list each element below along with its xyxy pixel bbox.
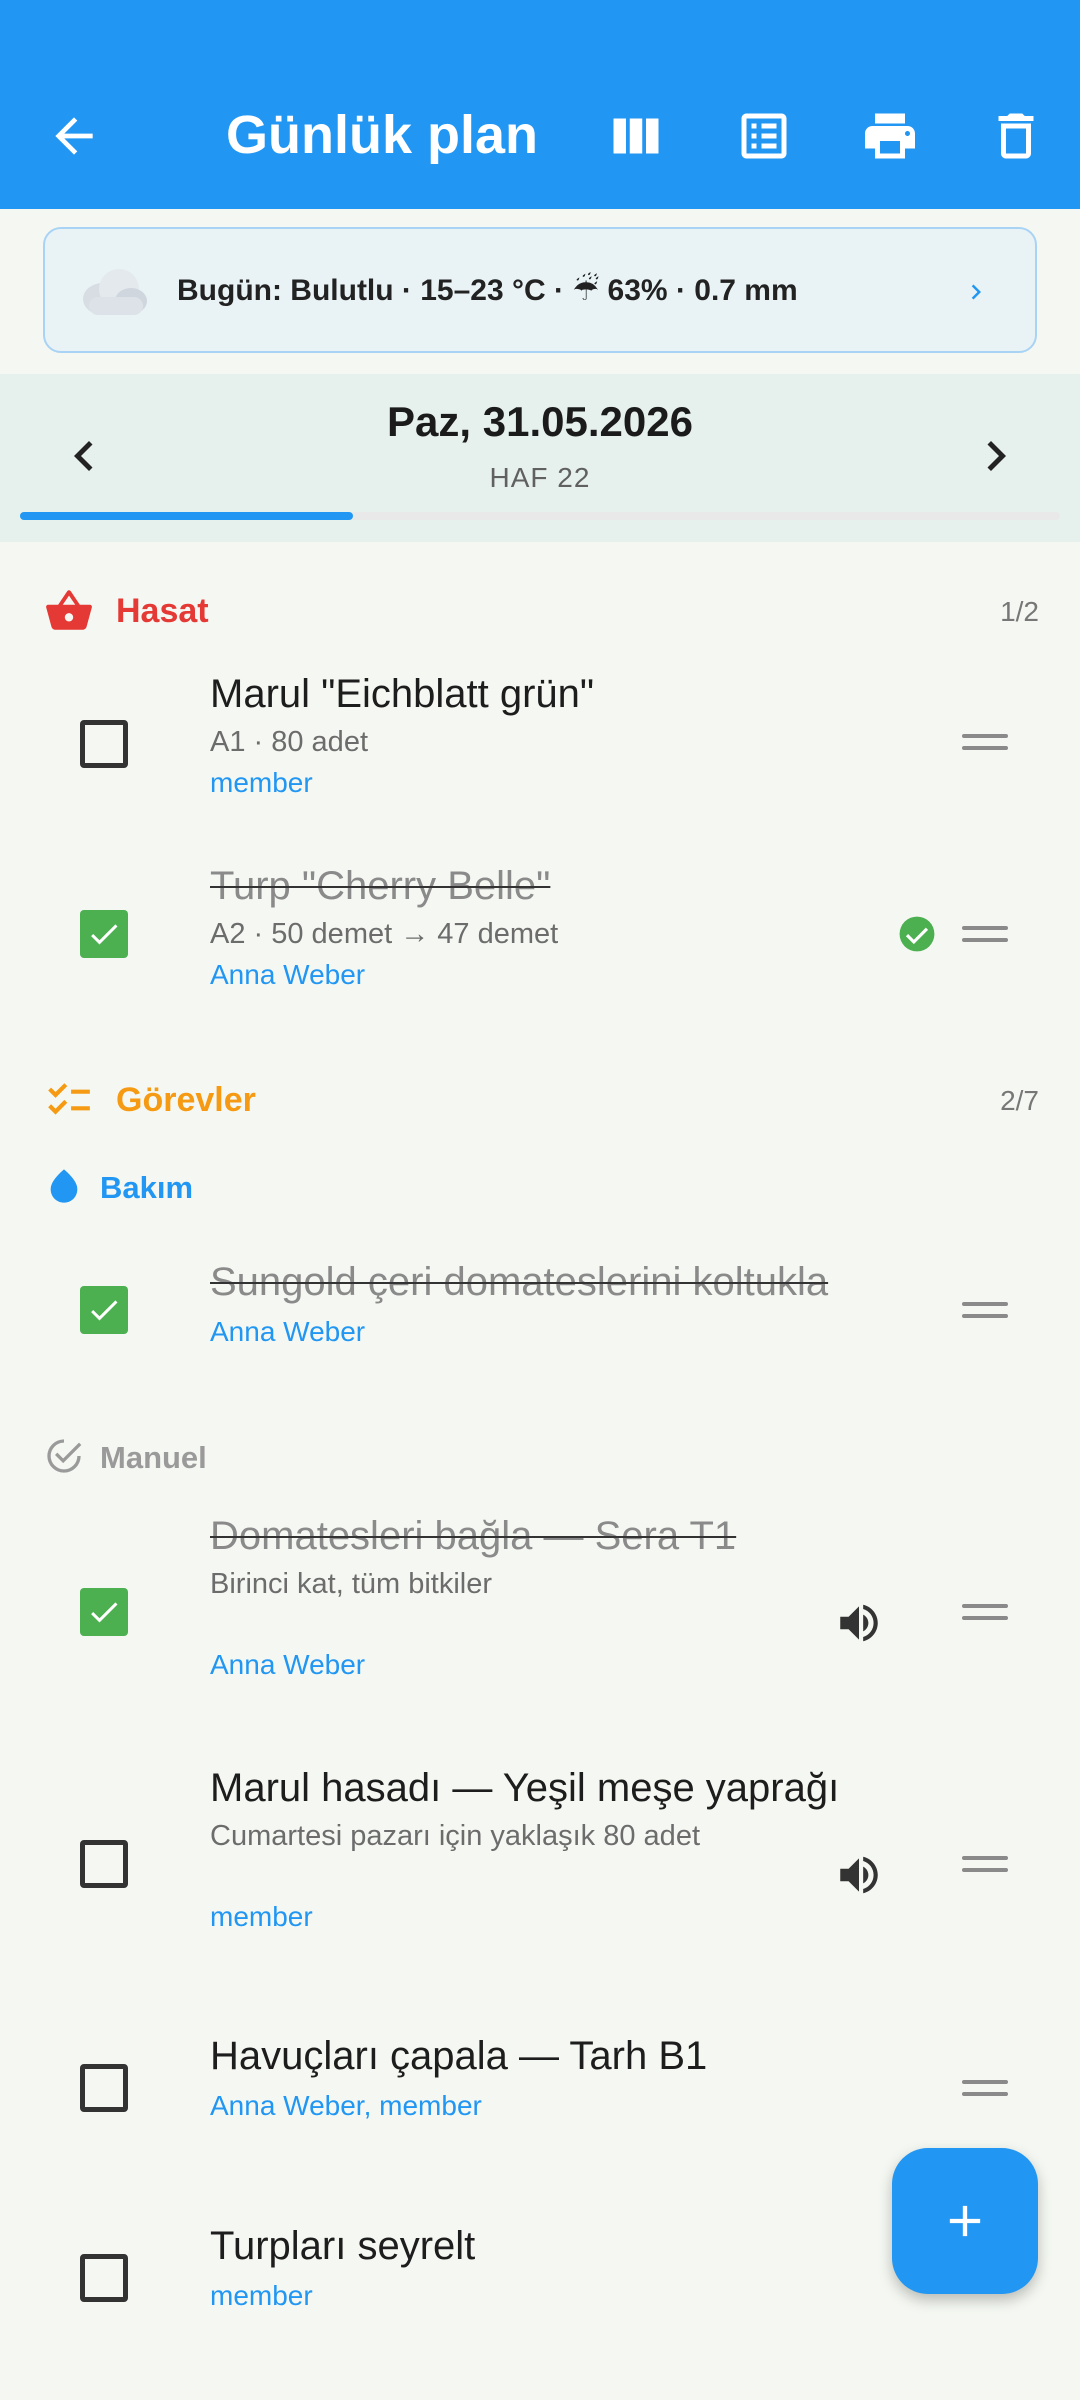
section-title: Görevler (116, 1081, 256, 1119)
checkbox[interactable] (80, 1286, 128, 1334)
chevron-right-icon (971, 284, 981, 300)
weather-card[interactable]: Bugün: Bulutlu · 15–23 °C · ☔ 63% · 0.7 … (43, 227, 1037, 353)
drag-handle-icon[interactable] (962, 1604, 1008, 1624)
cloud-icon (83, 269, 147, 315)
drag-handle-icon[interactable] (962, 734, 1008, 754)
item-title: Domatesleri bağla — Sera T1 (210, 1514, 737, 1558)
current-date: Paz, 31.05.2026 (387, 398, 693, 445)
checkbox[interactable] (80, 720, 128, 768)
item-title: Marul hasadı — Yeşil meşe yaprağı (210, 1766, 840, 1810)
item-assignee: Anna Weber (210, 959, 366, 990)
checklist-icon (48, 1083, 90, 1115)
checkbox[interactable] (80, 1840, 128, 1888)
item-title: Turp "Cherry Belle" (210, 864, 551, 908)
section-count: 2/7 (1000, 1085, 1039, 1116)
item-title: Marul "Eichblatt grün" (210, 672, 595, 716)
checkbox[interactable] (80, 1588, 128, 1636)
back-arrow-icon[interactable] (46, 108, 102, 164)
checkbox[interactable] (80, 2064, 128, 2112)
page-title: Günlük plan (226, 105, 539, 165)
drag-handle-icon[interactable] (962, 2080, 1008, 2100)
week-label: HAF 22 (489, 462, 591, 493)
item-subtitle: A2 · 50 demet → 47 demet (210, 918, 559, 950)
section-tasks: Görevler 2/7 (44, 1075, 1039, 1125)
item-assignee: member (210, 1901, 313, 1932)
check-circle-outline-icon (47, 1439, 82, 1473)
item-subtitle: Birinci kat, tüm bitkiler (210, 1568, 493, 1600)
next-day-icon[interactable] (966, 426, 1026, 486)
speaker-icon[interactable] (834, 1850, 884, 1900)
item-title: Sungold çeri domateslerini koltukla (210, 1260, 829, 1304)
item-title: Havuçları çapala — Tarh B1 (210, 2034, 708, 2078)
day-progress-bar (20, 512, 1060, 520)
item-assignee: member (210, 767, 313, 798)
water-drop-icon (50, 1169, 78, 1203)
checkbox[interactable] (80, 2254, 128, 2302)
app-bar: Günlük plan (0, 0, 1080, 209)
item-assignee: member (210, 2280, 313, 2311)
drag-handle-icon[interactable] (962, 1856, 1008, 1876)
speaker-icon[interactable] (834, 1598, 884, 1648)
basket-icon (46, 590, 92, 630)
columns-view-icon[interactable] (606, 106, 666, 166)
subsection-title: Bakım (100, 1170, 194, 1205)
day-progress-fill (20, 512, 353, 520)
plus-icon (949, 2205, 981, 2237)
add-task-button[interactable] (892, 2148, 1038, 2294)
delete-icon[interactable] (986, 106, 1046, 166)
item-assignee: Anna Weber (210, 1316, 366, 1347)
subsection-title: Manuel (100, 1440, 207, 1475)
checkbox[interactable] (80, 910, 128, 958)
section-count: 1/2 (1000, 596, 1039, 627)
item-title: Turpları seyrelt (210, 2224, 476, 2268)
check-circle-icon (899, 916, 935, 952)
item-subtitle: Cumartesi pazarı için yaklaşık 80 adet (210, 1820, 700, 1852)
print-icon[interactable] (860, 106, 920, 166)
drag-handle-icon[interactable] (962, 926, 1008, 946)
item-assignee: Anna Weber (210, 1649, 366, 1680)
section-title: Hasat (116, 592, 209, 630)
weather-summary: Bugün: Bulutlu · 15–23 °C · ☔ 63% · 0.7 … (177, 274, 798, 307)
list-view-icon[interactable] (734, 106, 794, 166)
item-assignee: Anna Weber, member (210, 2090, 482, 2121)
date-navigator: Paz, 31.05.2026 HAF 22 (0, 374, 1080, 542)
section-harvest: Hasat 1/2 (44, 586, 1039, 636)
drag-handle-icon[interactable] (962, 1302, 1008, 1322)
item-subtitle: A1 · 80 adet (210, 726, 368, 758)
